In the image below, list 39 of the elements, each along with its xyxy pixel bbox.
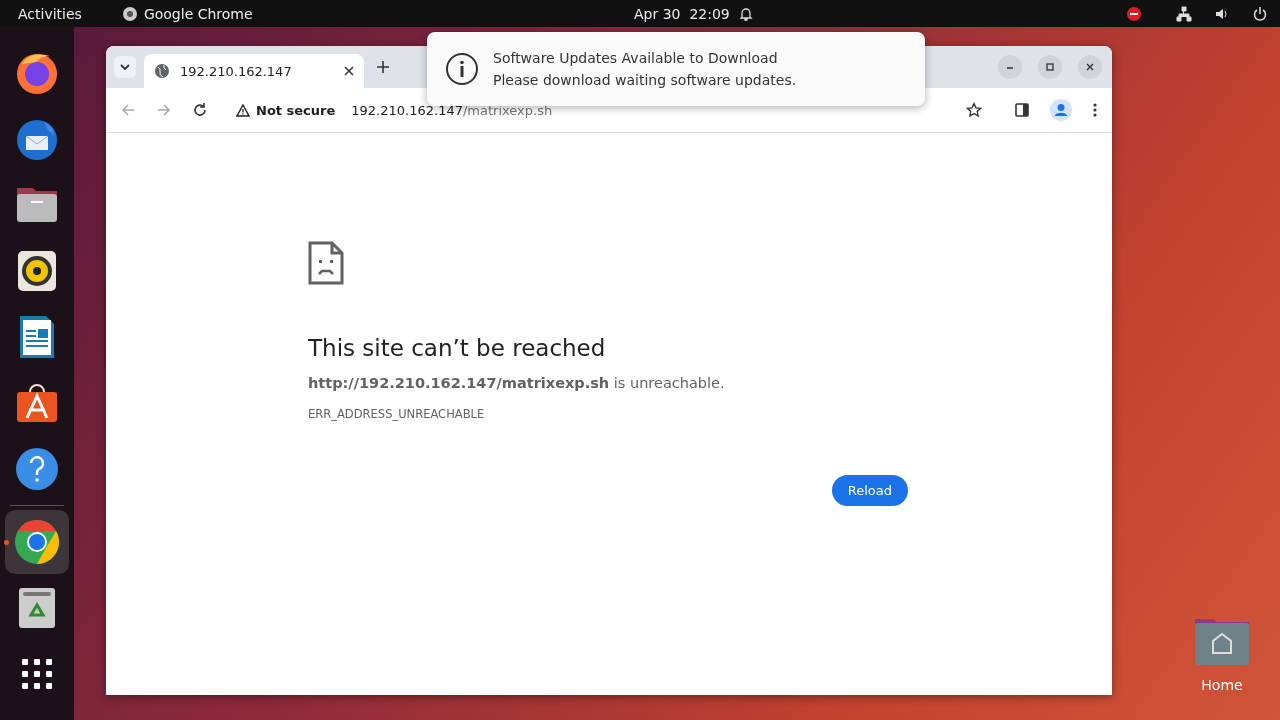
error-code: ERR_ADDRESS_UNREACHABLE [308,407,486,421]
warning-icon [236,103,250,117]
info-icon [445,52,479,86]
menu-icon[interactable] [1092,102,1098,118]
new-tab-icon[interactable] [376,60,390,74]
notification-body: Please download waiting software updates. [493,72,797,88]
reload-icon[interactable] [192,102,208,118]
close-icon[interactable] [344,66,354,76]
reload-button[interactable]: Reload [831,475,908,506]
maximize-button[interactable] [1038,55,1062,79]
chevron-down-icon [119,61,131,73]
security-chip[interactable]: Not secure [232,98,340,122]
profile-icon[interactable] [1050,99,1072,121]
side-panel-icon[interactable] [1014,102,1030,118]
desktop-icon-label[interactable]: Home [1201,677,1243,693]
app-grid-icon [20,657,54,691]
app-menu[interactable]: Google Chrome [121,5,253,22]
error-message: http://192.210.162.147/matrixexp.sh is unreachable. [308,375,726,391]
network-icon[interactable] [1176,5,1192,22]
browser-tab[interactable]: 192.210.162.147 [144,54,364,88]
do-not-disturb-icon[interactable] [1126,5,1142,22]
notification-title: Software Updates Available to Download [493,50,779,66]
sad-page-icon [308,241,344,285]
help-icon [14,446,60,492]
power-icon[interactable] [1252,5,1268,22]
maximize-icon [1045,62,1055,72]
notification-banner[interactable]: Software Updates Available to Download Please download waiting software updates. [427,32,925,106]
bell-icon[interactable] [738,5,754,22]
tab-search-button[interactable] [114,56,136,78]
globe-icon [154,63,170,79]
close-button[interactable] [1078,55,1102,79]
chrome-icon [13,518,61,566]
star-icon[interactable] [966,102,982,118]
error-heading: This site can’t be reached [308,335,607,361]
close-icon [1085,62,1095,72]
chrome-icon [121,5,138,22]
clock[interactable]: Apr 30 22:09 [634,5,730,22]
activities-button[interactable]: Activities [18,5,82,22]
dock-item[interactable] [5,510,69,574]
